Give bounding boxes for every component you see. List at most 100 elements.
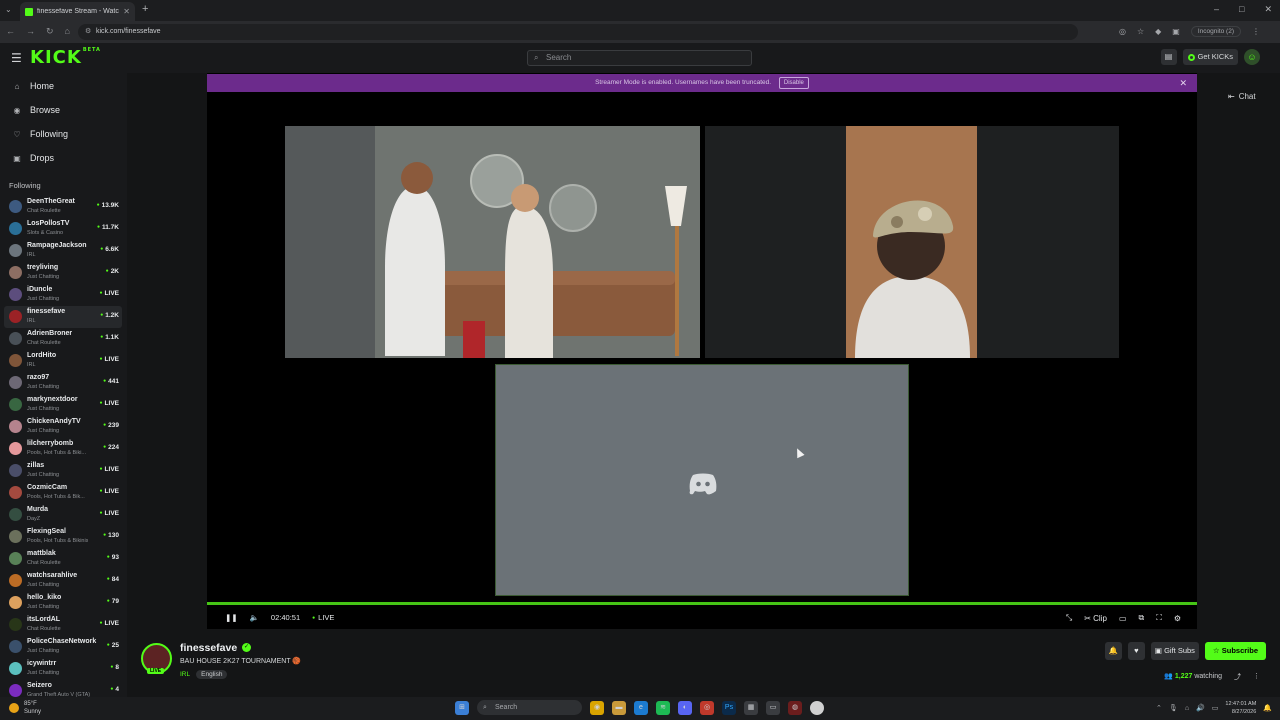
home-browser-icon[interactable]: ⌂ [65,26,70,37]
clip-button[interactable]: ✂ Clip [1084,614,1107,623]
app-icon[interactable]: ◎ [700,700,714,715]
back-icon[interactable]: ← [6,26,15,37]
mic-icon[interactable]: 🎙 [1169,704,1178,712]
sidebar-item-browse[interactable]: ◉ Browse [12,105,61,115]
sidebar-channel-item[interactable]: iDuncle Just Chatting LIVE [4,284,122,306]
terminal-icon[interactable]: ▭ [766,700,780,715]
tab-list-icon[interactable]: ⌄ [5,5,12,14]
site-info-icon[interactable]: ⚙ [85,24,91,40]
windows-start-icon[interactable]: ⊞ [455,700,469,715]
subscribe-button[interactable]: ☆ Subscribe [1204,642,1266,660]
extensions-puzzle-icon[interactable]: ▣ [1172,27,1180,36]
sidebar-channel-item[interactable]: itsLordAL Chat Roulette LIVE [4,614,122,636]
taskbar-search[interactable]: ⌕ Search [477,700,582,715]
sidebar-channel-item[interactable]: finessefave IRL 1.2K [4,306,122,328]
gift-subs-button[interactable]: ▣ Gift Subs [1150,642,1199,660]
browser-tab[interactable]: finessefave Stream - Watch ✕ [20,2,135,21]
discord-taskbar-icon[interactable]: ◐ [678,700,692,715]
sidebar-channel-item[interactable]: AdrienBroner Chat Roulette 1.1K [4,328,122,350]
sidebar-channel-item[interactable]: CozmicCam Pools, Hot Tubs & Bik... LIVE [4,482,122,504]
pip-icon[interactable]: ⧉ [1139,613,1145,623]
speaker-icon[interactable]: 🔊 [1196,704,1205,712]
sidebar-channel-item[interactable]: RampageJackson IRL 6.6K [4,240,122,262]
chrome-icon[interactable]: ◉ [590,700,604,715]
window-close-icon[interactable]: ✕ [1264,4,1272,15]
app-grid-icon[interactable]: ▦ [744,700,758,715]
get-kicks-button[interactable]: Get KICKs [1182,49,1238,65]
sidebar-channel-item[interactable]: FlexingSeal Pools, Hot Tubs & Bikinis 130 [4,526,122,548]
sidebar-item-following[interactable]: ♡ Following [12,129,68,139]
photoshop-icon[interactable]: Ps [722,700,736,715]
user-avatar[interactable]: ☺ [1244,49,1260,65]
sidebar-item-home[interactable]: ⌂ Home [12,81,54,91]
live-progress-bar[interactable] [207,602,1197,605]
spotify-icon[interactable]: ≋ [656,700,670,715]
extension-icon[interactable]: ◆ [1155,27,1161,36]
category-link[interactable]: IRL [180,671,190,678]
reload-icon[interactable]: ↻ [46,26,54,37]
language-tag[interactable]: English [196,670,228,679]
sidebar-channel-item[interactable]: hello_kiko Just Chatting 79 [4,592,122,614]
battery-icon[interactable]: ▭ [1212,704,1219,712]
pause-icon[interactable]: ❚❚ [225,613,238,622]
sidebar-channel-item[interactable]: LordHito IRL LIVE [4,350,122,372]
library-icon[interactable]: ▤ [1160,49,1177,65]
menu-dots-icon[interactable]: ⋮ [1252,27,1260,36]
tab-close-icon[interactable]: ✕ [123,7,130,16]
mini-player-icon[interactable]: ⤡ [1066,613,1072,623]
disable-streamer-mode-button[interactable]: Disable [778,77,809,89]
sidebar-channel-item[interactable]: DeenTheGreat Chat Roulette 13.9K [4,196,122,218]
notification-bell-button[interactable]: 🔔 [1104,642,1122,660]
channel-viewer-count: 8 [110,664,119,671]
sidebar-channel-item[interactable]: PoliceChaseNetwork Just Chatting 25 [4,636,122,658]
sidebar-channel-item[interactable]: SeizeroGrand Theft Auto V (GTA)4 [4,680,122,697]
sidebar-channel-item[interactable]: icywintrr Just Chatting 8 [4,658,122,680]
sidebar-channel-item[interactable]: watchsarahlive Just Chatting 84 [4,570,122,592]
sidebar-channel-item[interactable]: Murda DayZ LIVE [4,504,122,526]
star-icon[interactable]: ☆ [1137,27,1144,36]
notifications-icon[interactable]: 🔔 [1263,704,1272,712]
app-circle-icon[interactable] [810,700,824,715]
edge-icon[interactable]: e [634,700,648,715]
network-icon[interactable]: ⌂ [1185,705,1189,712]
obs-icon[interactable]: ◍ [788,700,802,715]
sidebar-channel-item[interactable]: lilcherrybomb Pools, Hot Tubs & Biki... 22… [4,438,122,460]
search-input[interactable]: ⌕ Search [527,50,752,66]
eye-off-icon[interactable]: ◎ [1119,27,1126,36]
share-icon[interactable]: ⤴ [1234,672,1241,682]
sidebar-item-drops[interactable]: ▣ Drops [12,153,54,163]
theater-icon[interactable]: ▭ [1119,614,1127,623]
sidebar-channel-item[interactable]: mattblak Chat Roulette 93 [4,548,122,570]
new-tab-icon[interactable]: + [142,3,148,15]
sidebar-channel-item[interactable]: treyliving Just Chatting 2K [4,262,122,284]
banner-close-icon[interactable]: ✕ [1179,74,1187,92]
channel-name[interactable]: finessefave [180,642,237,654]
incognito-badge[interactable]: Incognito (2) [1190,26,1241,37]
minimize-icon[interactable]: – [1214,4,1219,15]
volume-icon[interactable]: 🔈 [250,613,259,622]
sidebar-channel-item[interactable]: ChickenAndyTV Just Chatting 239 [4,416,122,438]
channel-viewer-count: 13.9K [97,202,119,209]
more-options-icon[interactable]: ⋮ [1253,672,1260,682]
fullscreen-icon[interactable]: ⛶ [1156,613,1162,623]
sidebar-channel-item[interactable]: razo97 Just Chatting 441 [4,372,122,394]
file-explorer-icon[interactable]: ▬ [612,700,626,715]
clock[interactable]: 12:47:01 AM 8/27/2026 [1225,700,1256,716]
sidebar-channel-item[interactable]: LosPollosTV Slots & Casino 11.7K [4,218,122,240]
live-indicator[interactable]: LIVE [312,613,334,622]
channel-category-label: IRL [27,318,36,324]
hamburger-menu-icon[interactable]: ☰ [11,51,22,65]
sidebar-channel-item[interactable]: zillas Just Chatting LIVE [4,460,122,482]
forward-icon[interactable]: → [26,26,35,37]
sidebar-channel-item[interactable]: markynextdoor Just Chatting LIVE [4,394,122,416]
tray-chevron-icon[interactable]: ⌃ [1156,704,1162,712]
weather-widget[interactable]: 85°F Sunny [9,700,41,716]
chat-toggle-button[interactable]: ⇤ Chat [1228,92,1256,101]
channel-avatar-icon [9,376,22,389]
kick-logo[interactable]: KICKBETA [30,47,101,68]
settings-gear-icon[interactable]: ⚙ [1174,614,1181,623]
follow-heart-button[interactable]: ♥ [1127,642,1145,660]
maximize-icon[interactable]: □ [1239,4,1244,15]
channel-avatar-icon [9,200,22,213]
address-bar[interactable]: ⚙ kick.com/finessefave [78,24,1078,40]
